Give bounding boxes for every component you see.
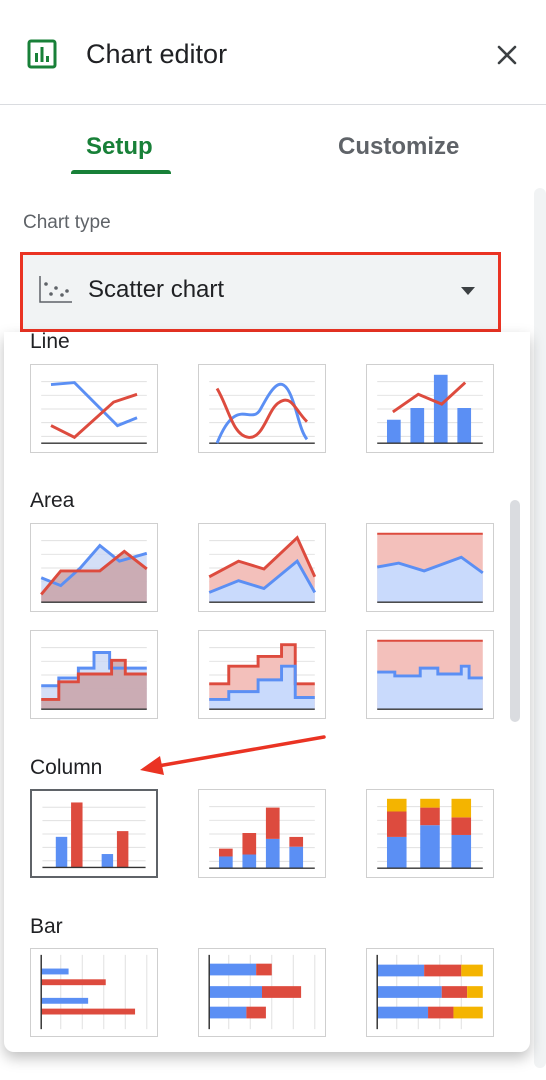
stacked-area-chart-option[interactable] [198, 523, 326, 612]
line-chart-option[interactable] [30, 364, 158, 453]
chart-type-menu: Line Area Column Bar [4, 332, 530, 1052]
bar-chart-option[interactable] [30, 948, 158, 1037]
menu-scrollbar-thumb[interactable] [510, 500, 520, 722]
tab-setup[interactable]: Setup [86, 132, 153, 162]
100-percent-stacked-area-chart-option[interactable] [366, 523, 494, 612]
scatter-chart-icon [39, 276, 72, 303]
category-label-column: Column [30, 756, 103, 779]
panel-scrollbar[interactable] [534, 188, 546, 1068]
editor-tabs: Setup Customize [0, 104, 546, 176]
category-label-bar: Bar [30, 915, 63, 938]
close-icon[interactable] [490, 38, 524, 72]
combo-chart-option[interactable] [366, 364, 494, 453]
100-percent-stacked-bar-chart-option[interactable] [366, 948, 494, 1037]
100-percent-stacked-stepped-area-chart-option[interactable] [366, 630, 494, 719]
insert-chart-icon [27, 39, 57, 69]
panel-title: Chart editor [86, 39, 228, 69]
chart-type-label: Chart type [23, 212, 111, 233]
tab-customize[interactable]: Customize [338, 132, 459, 162]
area-chart-option[interactable] [30, 523, 158, 612]
stacked-stepped-area-chart-option[interactable] [198, 630, 326, 719]
stacked-bar-chart-option[interactable] [198, 948, 326, 1037]
chart-editor-header: Chart editor [0, 0, 546, 105]
chart-type-dropdown[interactable]: Scatter chart [20, 252, 501, 332]
selected-chart-type: Scatter chart [88, 276, 225, 303]
category-label-line: Line [30, 332, 70, 353]
annotation-arrow-icon [140, 735, 326, 775]
smooth-line-chart-option[interactable] [198, 364, 326, 453]
100-percent-stacked-column-chart-option[interactable] [366, 789, 494, 878]
dropdown-arrow-icon [461, 287, 475, 295]
column-chart-option[interactable] [30, 789, 158, 878]
stacked-column-chart-option[interactable] [198, 789, 326, 878]
category-label-area: Area [30, 489, 75, 512]
stepped-area-chart-option[interactable] [30, 630, 158, 719]
active-tab-indicator [71, 170, 171, 174]
